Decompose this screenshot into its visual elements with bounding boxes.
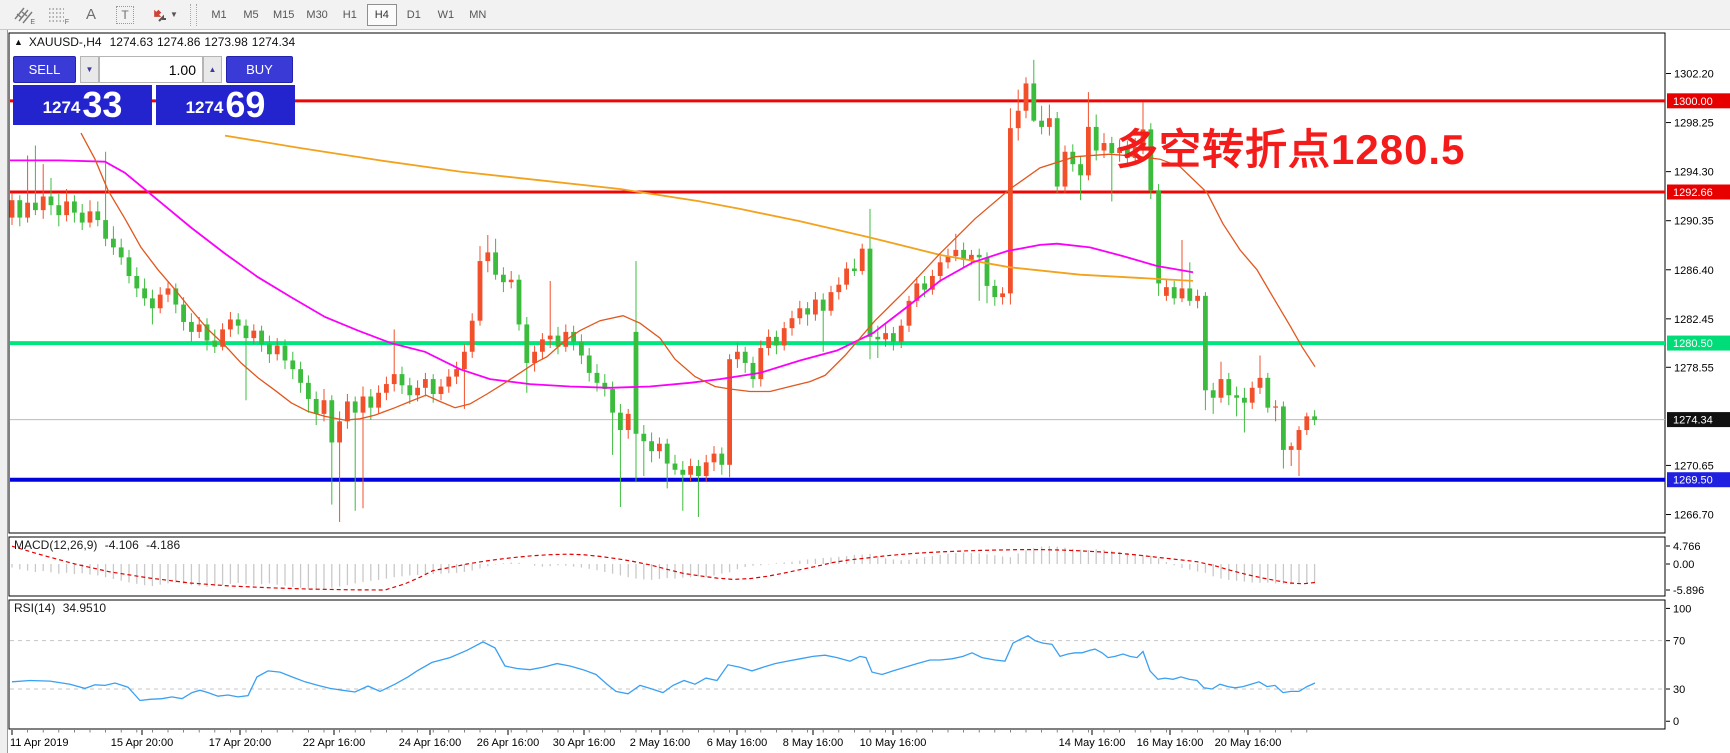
buy-price-display[interactable]: 1274 69 — [156, 85, 295, 125]
svg-text:1302.20: 1302.20 — [1674, 68, 1714, 80]
svg-text:22 Apr 16:00: 22 Apr 16:00 — [303, 737, 365, 749]
svg-text:1298.25: 1298.25 — [1674, 118, 1714, 130]
svg-text:0: 0 — [1673, 716, 1679, 728]
timeframe-button-MN[interactable]: MN — [463, 4, 493, 26]
svg-text:1292.66: 1292.66 — [1673, 187, 1713, 199]
svg-text:1270.65: 1270.65 — [1674, 460, 1714, 472]
macd-main-value: -4.106 — [105, 538, 139, 552]
svg-text:2 May 16:00: 2 May 16:00 — [630, 737, 691, 749]
collapse-triangle-icon[interactable]: ▲ — [14, 37, 23, 47]
chart-window: 1302.20 1298.25 1294.30 1290.35 1286.40 1282.… — [8, 30, 1730, 753]
svg-text:100: 100 — [1673, 603, 1691, 615]
volume-decrease-button[interactable]: ▼ — [80, 56, 99, 83]
top-toolbar: E F A T ▼ M1M5M15M30H1H4D1W1MN — [0, 0, 1730, 30]
sell-price-prefix: 1274 — [43, 93, 81, 123]
svg-text:1282.45: 1282.45 — [1674, 314, 1714, 326]
svg-text:1269.50: 1269.50 — [1673, 475, 1713, 487]
svg-text:17 Apr 20:00: 17 Apr 20:00 — [209, 737, 271, 749]
arrow-objects-icon[interactable]: ▼ — [142, 3, 186, 27]
ohlc-close: 1274.34 — [252, 35, 295, 49]
macd-signal-value: -4.186 — [146, 538, 180, 552]
ohlc-high: 1274.86 — [157, 35, 200, 49]
volume-input[interactable] — [99, 56, 203, 83]
svg-text:1280.50: 1280.50 — [1673, 338, 1713, 350]
sell-price-pips: 33 — [82, 87, 122, 123]
timeframe-button-W1[interactable]: W1 — [431, 4, 461, 26]
rsi-indicator-label: RSI(14) 34.9510 — [14, 601, 110, 615]
svg-text:1266.70: 1266.70 — [1674, 510, 1714, 522]
sell-price-display[interactable]: 1274 33 — [13, 85, 152, 125]
rsi-value: 34.9510 — [63, 601, 106, 615]
svg-text:1278.55: 1278.55 — [1674, 362, 1714, 374]
svg-text:1294.30: 1294.30 — [1674, 167, 1714, 179]
text-box-icon[interactable]: T — [108, 3, 142, 27]
svg-text:10 May 16:00: 10 May 16:00 — [860, 737, 927, 749]
object-tools-group: E F A T ▼ — [0, 3, 186, 27]
svg-text:16 May 16:00: 16 May 16:00 — [1137, 737, 1204, 749]
toolbar-separator — [190, 4, 197, 26]
svg-text:30: 30 — [1673, 684, 1685, 696]
svg-text:24 Apr 16:00: 24 Apr 16:00 — [399, 737, 461, 749]
svg-text:1286.40: 1286.40 — [1674, 265, 1714, 277]
timeframe-button-M15[interactable]: M15 — [268, 4, 299, 26]
buy-price-pips: 69 — [225, 87, 265, 123]
rsi-title: RSI(14) — [14, 601, 55, 615]
one-click-trading-panel: SELL ▼ ▲ BUY 1274 33 1274 69 — [13, 56, 297, 125]
text-label-icon[interactable]: A — [74, 3, 108, 27]
buy-button[interactable]: BUY — [226, 56, 293, 83]
svg-text:15 Apr 20:00: 15 Apr 20:00 — [111, 737, 173, 749]
svg-text:1274.34: 1274.34 — [1673, 415, 1713, 427]
ohlc-open: 1274.63 — [110, 35, 153, 49]
svg-text:20 May 16:00: 20 May 16:00 — [1215, 737, 1282, 749]
equidistant-channel-icon[interactable]: E — [6, 3, 40, 27]
macd-title: MACD(12,26,9) — [14, 538, 97, 552]
timeframe-button-D1[interactable]: D1 — [399, 4, 429, 26]
svg-text:26 Apr 16:00: 26 Apr 16:00 — [477, 737, 539, 749]
chart-canvas[interactable]: 1302.20 1298.25 1294.30 1290.35 1286.40 1282.… — [8, 30, 1730, 753]
buy-price-prefix: 1274 — [186, 93, 224, 123]
svg-text:-5.896: -5.896 — [1673, 585, 1704, 597]
timeframe-toolbar: M1M5M15M30H1H4D1W1MN — [203, 4, 494, 26]
svg-text:70: 70 — [1673, 636, 1685, 648]
svg-text:1290.35: 1290.35 — [1674, 216, 1714, 228]
left-dock-gutter[interactable] — [0, 30, 8, 753]
chart-annotation-text: 多空转折点1280.5 — [1116, 116, 1465, 177]
svg-text:11 Apr 2019: 11 Apr 2019 — [10, 737, 69, 749]
ohlc-low: 1273.98 — [204, 35, 247, 49]
timeframe-button-H4[interactable]: H4 — [367, 4, 397, 26]
svg-text:4.766: 4.766 — [1673, 541, 1701, 553]
svg-text:30 Apr 16:00: 30 Apr 16:00 — [553, 737, 615, 749]
svg-text:1300.00: 1300.00 — [1673, 96, 1713, 108]
symbol-name: XAUUSD-,H4 — [29, 35, 102, 49]
timeframe-button-M1[interactable]: M1 — [204, 4, 234, 26]
volume-increase-button[interactable]: ▲ — [203, 56, 222, 83]
fibonacci-grid-icon[interactable]: F — [40, 3, 74, 27]
timeframe-button-M30[interactable]: M30 — [301, 4, 332, 26]
timeframe-button-M5[interactable]: M5 — [236, 4, 266, 26]
svg-text:6 May 16:00: 6 May 16:00 — [707, 737, 768, 749]
sell-button[interactable]: SELL — [13, 56, 76, 83]
symbol-header: ▲ XAUUSD-,H4 1274.63 1274.86 1273.98 127… — [14, 35, 295, 49]
svg-text:0.00: 0.00 — [1673, 559, 1694, 571]
timeframe-button-H1[interactable]: H1 — [335, 4, 365, 26]
svg-text:8 May 16:00: 8 May 16:00 — [783, 737, 844, 749]
macd-indicator-label: MACD(12,26,9) -4.106 -4.186 — [14, 538, 184, 552]
svg-text:14 May 16:00: 14 May 16:00 — [1059, 737, 1126, 749]
